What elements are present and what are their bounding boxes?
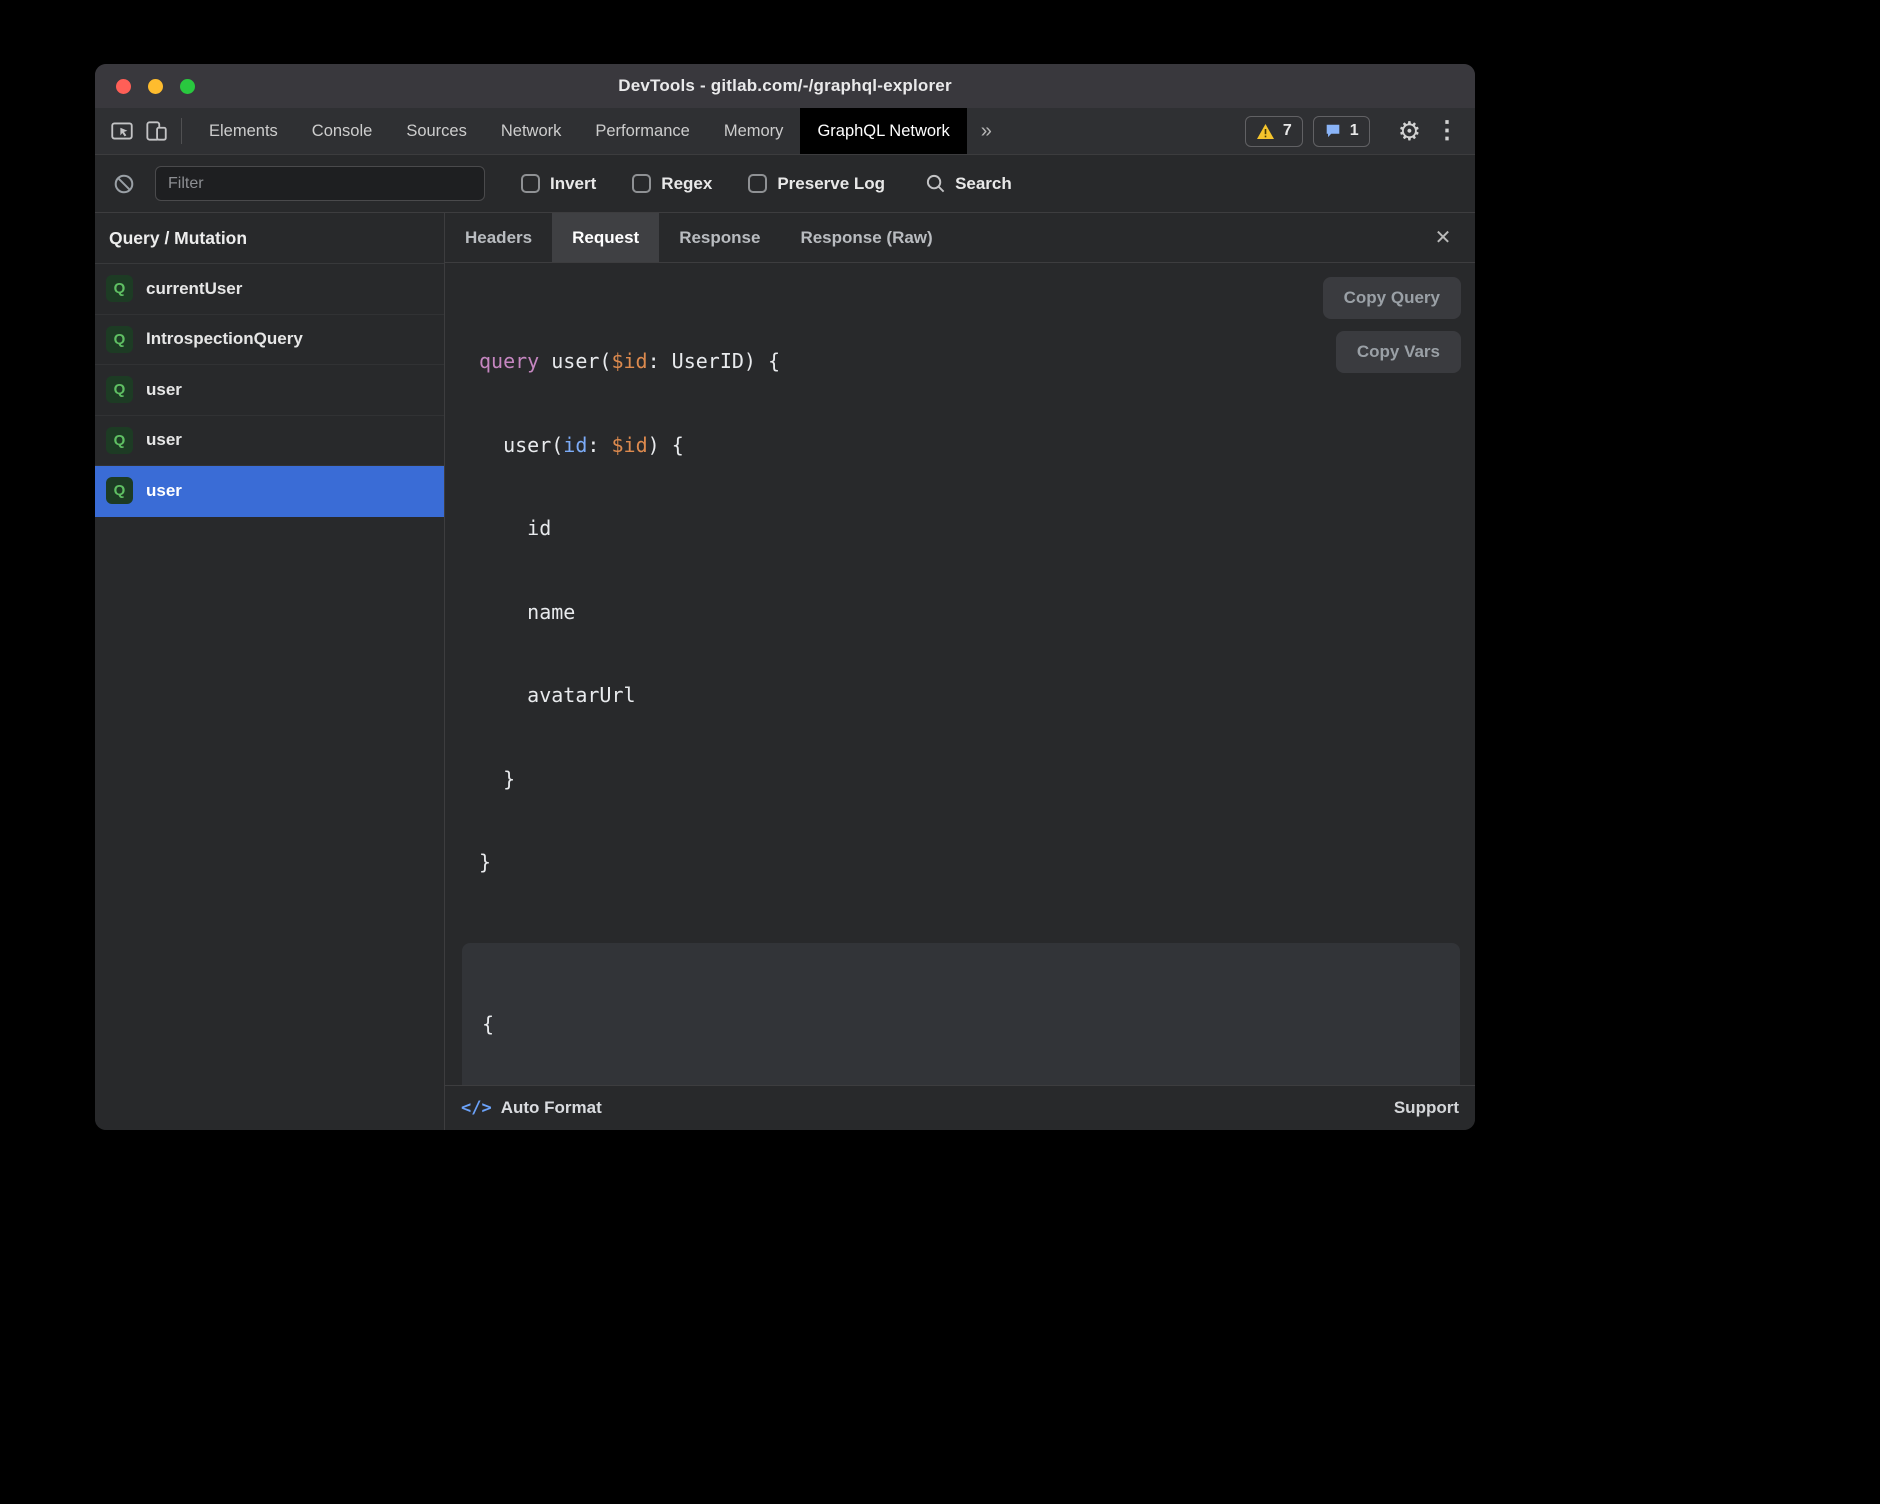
support-link[interactable]: Support <box>1394 1098 1459 1118</box>
copy-vars-button[interactable]: Copy Vars <box>1336 331 1461 373</box>
tab-network[interactable]: Network <box>484 108 579 154</box>
detail-panel-tabs: Headers Request Response Response (Raw) … <box>445 213 1475 263</box>
tab-memory[interactable]: Memory <box>707 108 801 154</box>
code-line: } <box>479 762 1475 798</box>
query-badge: Q <box>106 477 133 504</box>
close-icon[interactable]: ✕ <box>1427 222 1459 254</box>
code-token: : <box>587 433 611 457</box>
tab-response[interactable]: Response <box>659 213 780 262</box>
code-token: user( <box>539 349 611 373</box>
code-token: : UserID) { <box>648 349 780 373</box>
kebab-menu-icon[interactable]: ⋮ <box>1435 119 1459 143</box>
code-token: } <box>479 767 515 791</box>
query-list-item-user-2[interactable]: Q user <box>95 416 444 467</box>
code-token: query <box>479 349 539 373</box>
query-sidebar: Query / Mutation Q currentUser Q Introsp… <box>95 213 445 1130</box>
window-controls <box>116 64 195 108</box>
query-item-label: currentUser <box>146 279 242 299</box>
block-icon[interactable] <box>109 169 139 199</box>
auto-format-button[interactable]: Auto Format <box>501 1098 602 1118</box>
tab-performance[interactable]: Performance <box>578 108 706 154</box>
filter-bar: Invert Regex Preserve Log Search <box>95 155 1475 213</box>
graphql-query-code: query user($id: UserID) { user(id: $id) … <box>479 296 1475 929</box>
query-item-label: IntrospectionQuery <box>146 329 303 349</box>
devtools-window: DevTools - gitlab.com/-/graphql-explorer… <box>95 64 1475 1130</box>
regex-checkbox-group: Regex <box>632 174 712 194</box>
messages-badge[interactable]: 1 <box>1313 116 1370 147</box>
query-variables-box: { "id": "gid://gitlab/User/13704317" } <box>462 943 1460 1086</box>
tab-console[interactable]: Console <box>295 108 390 154</box>
warnings-badge[interactable]: 7 <box>1245 116 1303 147</box>
query-item-label: user <box>146 481 182 501</box>
regex-checkbox[interactable] <box>632 174 651 193</box>
query-badge: Q <box>106 326 133 353</box>
code-line: id <box>479 511 1475 547</box>
message-count: 1 <box>1350 122 1359 140</box>
query-badge: Q <box>106 427 133 454</box>
more-tabs-icon[interactable]: » <box>967 108 1006 154</box>
gear-icon[interactable]: ⚙ <box>1398 118 1421 144</box>
code-token: $id <box>611 433 647 457</box>
tab-graphql-network[interactable]: GraphQL Network <box>800 108 966 154</box>
warning-icon <box>1256 123 1275 140</box>
search-icon <box>925 173 946 194</box>
detail-panel: Headers Request Response Response (Raw) … <box>445 213 1475 1130</box>
query-item-label: user <box>146 430 182 450</box>
query-list-item-user-3-selected[interactable]: Q user <box>95 466 444 517</box>
invert-checkbox[interactable] <box>521 174 540 193</box>
filter-input[interactable] <box>155 166 485 201</box>
tab-request[interactable]: Request <box>552 213 659 262</box>
panel-footer: </> Auto Format Support <box>445 1085 1475 1130</box>
code-line: { <box>482 1007 1440 1042</box>
query-list-item-user-1[interactable]: Q user <box>95 365 444 416</box>
message-icon <box>1324 122 1342 140</box>
code-line: user(id: $id) { <box>479 428 1475 464</box>
titlebar: DevTools - gitlab.com/-/graphql-explorer <box>95 64 1475 108</box>
code-token: name <box>479 600 575 624</box>
regex-label: Regex <box>661 174 712 194</box>
code-token: id <box>563 433 587 457</box>
code-token: user( <box>479 433 563 457</box>
invert-checkbox-group: Invert <box>521 174 596 194</box>
tab-headers[interactable]: Headers <box>445 213 552 262</box>
code-token: ) { <box>648 433 684 457</box>
query-badge: Q <box>106 376 133 403</box>
toolbar-divider <box>181 118 182 144</box>
code-token: } <box>479 850 491 874</box>
code-line: avatarUrl <box>479 678 1475 714</box>
code-line: name <box>479 595 1475 631</box>
tab-elements[interactable]: Elements <box>192 108 295 154</box>
inspect-element-icon[interactable] <box>107 116 137 146</box>
code-icon: </> <box>461 1098 492 1118</box>
code-token: $id <box>611 349 647 373</box>
invert-label: Invert <box>550 174 596 194</box>
sidebar-header: Query / Mutation <box>95 213 444 264</box>
copy-buttons: Copy Query Copy Vars <box>1323 277 1461 373</box>
close-window-button[interactable] <box>116 79 131 94</box>
search-label: Search <box>955 174 1012 194</box>
code-token: avatarUrl <box>479 683 636 707</box>
query-list-item-introspectionquery[interactable]: Q IntrospectionQuery <box>95 315 444 366</box>
preserve-log-checkbox[interactable] <box>748 174 767 193</box>
query-item-label: user <box>146 380 182 400</box>
warning-count: 7 <box>1283 122 1292 140</box>
request-content: Copy Query Copy Vars query user($id: Use… <box>445 263 1475 1085</box>
copy-query-button[interactable]: Copy Query <box>1323 277 1461 319</box>
code-token: { <box>482 1012 494 1036</box>
query-list-item-currentuser[interactable]: Q currentUser <box>95 264 444 315</box>
code-token: id <box>479 516 551 540</box>
minimize-window-button[interactable] <box>148 79 163 94</box>
query-badge: Q <box>106 275 133 302</box>
content-area: Query / Mutation Q currentUser Q Introsp… <box>95 213 1475 1130</box>
preserve-log-checkbox-group: Preserve Log <box>748 174 885 194</box>
search-control[interactable]: Search <box>925 173 1012 194</box>
devtools-tabbar: Elements Console Sources Network Perform… <box>95 108 1475 155</box>
zoom-window-button[interactable] <box>180 79 195 94</box>
window-title: DevTools - gitlab.com/-/graphql-explorer <box>618 76 952 96</box>
code-line: } <box>479 845 1475 881</box>
device-toolbar-icon[interactable] <box>141 116 171 146</box>
preserve-log-label: Preserve Log <box>777 174 885 194</box>
tab-sources[interactable]: Sources <box>389 108 484 154</box>
tab-response-raw[interactable]: Response (Raw) <box>780 213 952 262</box>
